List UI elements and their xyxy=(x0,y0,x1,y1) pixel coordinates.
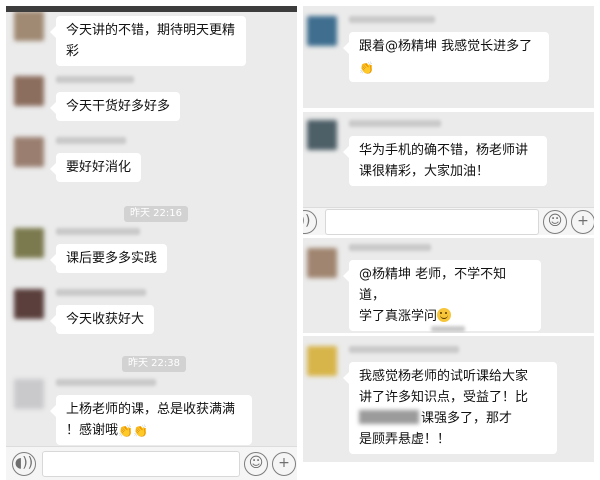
avatar[interactable] xyxy=(14,137,44,167)
message-item: @杨精坤 老师，不学不知道， 学了真涨学问 xyxy=(307,244,587,331)
message-text: ！感谢哦 xyxy=(66,423,119,438)
message-bubble[interactable]: 今天讲的不错，期待明天更精 彩 xyxy=(50,16,246,66)
message-text: 讲了许多知识点，受益了！比 xyxy=(359,390,529,405)
message-text: 学了真涨学问 xyxy=(359,309,438,324)
sender-name xyxy=(349,244,431,251)
sender-name xyxy=(349,16,435,23)
avatar[interactable] xyxy=(307,16,337,46)
message-text: 今天讲的不错，期待明天更精 xyxy=(66,23,236,38)
chat-panel-right-4: 我感觉杨老师的试听课给大家 讲了许多知识点，受益了！比 课强多了，那才 是顾弄悬… xyxy=(303,336,594,462)
timestamp-blurred xyxy=(431,326,465,332)
message-item: 要好好消化 xyxy=(14,137,284,182)
timestamp: 昨天 22:16 xyxy=(124,206,188,222)
message-text: 课强多了，那才 xyxy=(421,411,513,426)
chat-input-bar: ◖)) ☺ + xyxy=(6,446,297,480)
message-text: 上杨老师的课，总是收获满满 xyxy=(66,402,236,417)
avatar[interactable] xyxy=(14,289,44,319)
avatar[interactable] xyxy=(14,228,44,258)
message-item: 华为手机的确不错，杨老师讲 课很精彩，大家加油！ xyxy=(307,120,587,190)
sender-name xyxy=(56,289,146,296)
redacted-text xyxy=(359,410,419,424)
message-text: 华为手机的确不错，杨老师讲 xyxy=(359,143,529,158)
message-item: 今天收获好大 xyxy=(14,289,284,334)
sender-name xyxy=(56,228,140,235)
smiley-icon[interactable]: ☺ xyxy=(244,452,268,476)
avatar[interactable] xyxy=(307,346,337,376)
avatar[interactable] xyxy=(14,11,44,41)
message-bubble[interactable]: 要好好消化 xyxy=(49,153,142,182)
message-bubble[interactable]: 今天干货好多好多 xyxy=(49,92,181,121)
message-text: 彩 xyxy=(66,44,80,59)
sender-name xyxy=(56,137,126,144)
message-bubble[interactable]: @杨精坤 老师，不学不知道， 学了真涨学问 xyxy=(343,260,541,331)
message-text: 是顾弄悬虚！！ xyxy=(359,432,451,447)
sender-name xyxy=(56,76,134,83)
message-bubble[interactable]: 我感觉杨老师的试听课给大家 讲了许多知识点，受益了！比 课强多了，那才 是顾弄悬… xyxy=(343,362,557,454)
avatar[interactable] xyxy=(14,76,44,106)
wechat-screenshot-collage: 今天讲的不错，期待明天更精 彩 今天干货好多好多 要好好消化 昨天 22:16 xyxy=(0,0,600,480)
avatar[interactable] xyxy=(14,379,44,409)
message-text: 课很精彩，大家加油！ xyxy=(359,164,490,179)
message-text: 今天收获好大 xyxy=(66,312,145,327)
chat-panel-left: 今天讲的不错，期待明天更精 彩 今天干货好多好多 要好好消化 昨天 22:16 xyxy=(6,6,297,480)
message-text: 课后要多多实践 xyxy=(66,251,158,266)
clap-icon: 👏👏 xyxy=(118,424,148,438)
status-bar-edge xyxy=(6,6,297,12)
message-bubble[interactable]: 课后要多多实践 xyxy=(49,244,168,273)
message-item: 上杨老师的课，总是收获满满 ！感谢哦👏👏 xyxy=(14,379,284,445)
plus-icon[interactable]: + xyxy=(272,452,296,476)
sender-name xyxy=(349,346,459,353)
voice-icon[interactable]: ◖)) xyxy=(12,452,36,476)
message-item: 我感觉杨老师的试听课给大家 讲了许多知识点，受益了！比 课强多了，那才 是顾弄悬… xyxy=(307,346,587,458)
message-item: 今天干货好多好多 xyxy=(14,76,284,121)
message-text: 要好好消化 xyxy=(66,160,132,175)
message-text: 今天干货好多好多 xyxy=(66,99,171,114)
voice-icon[interactable]: )) xyxy=(303,210,317,234)
message-bubble[interactable]: 跟着@杨精坤 我感觉长进多了 👏 xyxy=(343,32,549,82)
message-item: 跟着@杨精坤 我感觉长进多了 👏 xyxy=(307,16,587,96)
timestamp: 昨天 22:38 xyxy=(122,356,186,372)
message-bubble[interactable]: 华为手机的确不错，杨老师讲 课很精彩，大家加油！ xyxy=(343,136,547,186)
message-input[interactable] xyxy=(325,209,539,235)
message-text: 跟着@杨精坤 我感觉长进多了 xyxy=(359,39,533,54)
message-text: 我感觉杨老师的试听课给大家 xyxy=(359,369,529,384)
message-bubble[interactable]: 上杨老师的课，总是收获满满 ！感谢哦👏👏 xyxy=(50,395,252,445)
message-item: 课后要多多实践 xyxy=(14,228,284,273)
avatar[interactable] xyxy=(307,248,337,278)
chat-panel-right-1: 跟着@杨精坤 我感觉长进多了 👏 xyxy=(303,6,594,108)
message-bubble[interactable]: 今天收获好大 xyxy=(49,305,155,334)
message-item: 今天讲的不错，期待明天更精 彩 xyxy=(14,6,284,66)
chat-panel-right-3: @杨精坤 老师，不学不知道， 学了真涨学问 xyxy=(303,238,594,333)
smile-emoji-icon xyxy=(437,308,452,322)
sender-name xyxy=(349,120,441,127)
plus-icon[interactable]: + xyxy=(571,210,594,234)
sender-name xyxy=(56,379,156,386)
clap-icon: 👏 xyxy=(359,61,374,75)
chat-input-bar: )) ☺ + xyxy=(303,207,594,235)
chat-panel-right-2: 华为手机的确不错，杨老师讲 课很精彩，大家加油！ )) ☺ + xyxy=(303,112,594,235)
message-input[interactable] xyxy=(42,451,240,477)
smiley-icon[interactable]: ☺ xyxy=(543,210,567,234)
message-text: @杨精坤 老师，不学不知道， xyxy=(359,267,507,303)
avatar[interactable] xyxy=(307,120,337,150)
